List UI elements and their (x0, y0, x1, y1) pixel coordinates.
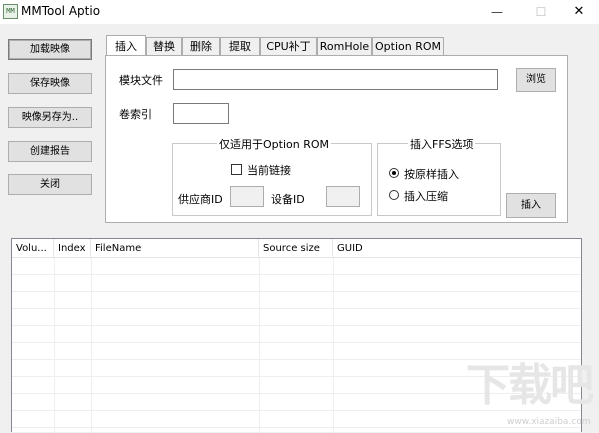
column-header-volume[interactable]: Volu... (12, 239, 54, 258)
device-id-input[interactable] (326, 186, 360, 207)
maximize-icon: ☐ (535, 5, 547, 19)
tab-romhole[interactable]: RomHole (317, 37, 372, 56)
column-header-filename[interactable]: FileName (91, 239, 259, 258)
browse-button[interactable]: 浏览 (516, 68, 556, 92)
vendor-id-label: 供应商ID (178, 193, 223, 206)
tab-cpu-patch[interactable]: CPU补丁 (260, 37, 317, 56)
load-image-button[interactable]: 加载映像 (8, 39, 92, 60)
window-title: MMTool Aptio (21, 4, 101, 18)
insert-panel: 模块文件 浏览 卷索引 仅适用于Option ROM 当前链接 供应商ID 设备… (105, 55, 568, 223)
tab-insert[interactable]: 插入 (106, 35, 146, 56)
option-rom-group-title: 仅适用于Option ROM (217, 136, 331, 152)
option-rom-group: 仅适用于Option ROM 当前链接 供应商ID 设备ID (172, 136, 372, 216)
close-icon[interactable]: ✕ (569, 2, 589, 22)
column-divider (259, 258, 260, 433)
table-header: Volu... Index FileName Source size GUID (12, 239, 581, 258)
vendor-id-input[interactable] (230, 186, 264, 207)
insert-compressed-radio[interactable] (389, 190, 399, 200)
module-file-input[interactable] (173, 69, 498, 90)
close-button[interactable]: 关闭 (8, 174, 92, 195)
column-header-index[interactable]: Index (54, 239, 91, 258)
column-header-guid[interactable]: GUID (333, 239, 581, 258)
insert-as-is-radio[interactable] (389, 168, 399, 178)
volume-index-label: 卷索引 (119, 108, 152, 121)
tab-option-rom[interactable]: Option ROM (372, 37, 444, 56)
ffs-options-group-title: 插入FFS选项 (408, 136, 476, 152)
column-divider (54, 258, 55, 433)
watermark-url: www.xiazaiba.com (507, 417, 591, 427)
save-image-as-button[interactable]: 映像另存为.. (8, 107, 92, 128)
insert-compressed-label: 插入压缩 (404, 190, 448, 203)
save-image-button[interactable]: 保存映像 (8, 73, 92, 94)
column-divider (91, 258, 92, 433)
create-report-button[interactable]: 创建报告 (8, 141, 92, 162)
device-id-label: 设备ID (271, 193, 305, 206)
column-divider (333, 258, 334, 433)
tab-bar: 插入 替换 删除 提取 CPU补丁 RomHole Option ROM (106, 35, 448, 56)
watermark-logo: 下载吧 (466, 360, 594, 411)
module-file-label: 模块文件 (119, 74, 163, 87)
tab-extract[interactable]: 提取 (220, 37, 260, 56)
insert-button[interactable]: 插入 (506, 193, 556, 218)
insert-as-is-label: 按原样插入 (404, 168, 459, 181)
title-bar: MM MMTool Aptio — ☐ ✕ (0, 0, 599, 24)
current-link-label: 当前链接 (247, 164, 291, 177)
app-icon: MM (3, 4, 18, 19)
ffs-options-group: 插入FFS选项 按原样插入 插入压缩 (377, 136, 501, 216)
minimize-icon[interactable]: — (487, 2, 507, 22)
tab-delete[interactable]: 删除 (182, 37, 220, 56)
tab-replace[interactable]: 替换 (146, 37, 182, 56)
volume-index-input[interactable] (173, 103, 229, 124)
column-header-source-size[interactable]: Source size (259, 239, 333, 258)
current-link-checkbox[interactable] (231, 164, 242, 175)
